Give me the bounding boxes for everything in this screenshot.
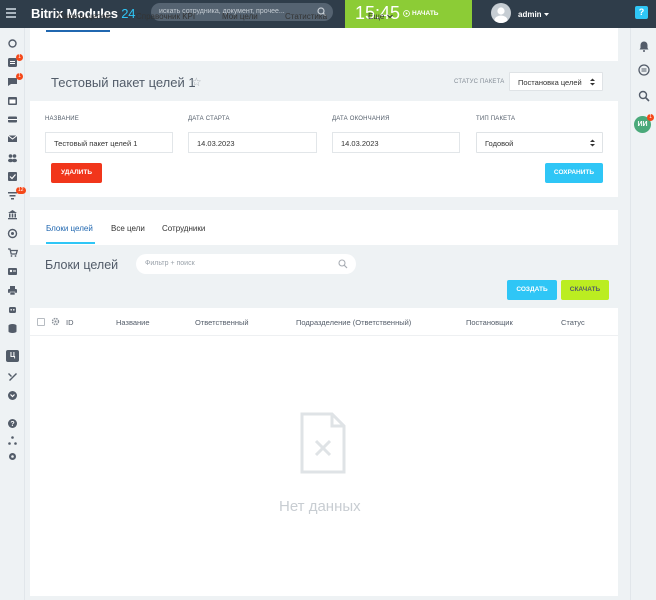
active-tab-indicator [46,30,110,32]
save-button[interactable]: СОХРАНИТЬ [545,163,603,183]
tab-goal-blocks[interactable]: Блоки целей [46,224,93,233]
right-sidebar: ИИ 1 [630,28,656,600]
status-select[interactable]: Постановка целей [509,72,603,91]
workday-clock[interactable]: 15:45 НАЧАТЬ [345,0,472,28]
start-date-label: ДАТА СТАРТА [188,116,230,122]
robot-icon[interactable] [7,304,18,315]
employees-icon[interactable] [7,152,18,163]
bell-icon[interactable] [638,40,650,52]
select-arrows-icon [590,78,595,86]
target-icon[interactable] [7,228,18,239]
svg-text:?: ? [10,421,14,428]
help-button[interactable]: ? [635,6,648,19]
left-sidebar: 1 1 12 Ц ? [0,28,26,600]
tab-statistics[interactable]: Статистика [285,12,327,21]
cart-icon[interactable] [7,247,18,258]
notification-badge: 1 [16,54,23,61]
create-button[interactable]: СОЗДАТЬ [507,280,557,300]
section-title: Блоки целей [45,258,119,272]
sitemap-icon[interactable] [7,435,18,446]
delete-button[interactable]: УДАЛИТЬ [51,163,102,183]
column-header-department[interactable]: Подразделение (Ответственный) [296,318,411,327]
column-header-name[interactable]: Название [116,318,150,327]
gear-icon[interactable] [51,317,60,326]
kpi-module-icon[interactable]: Ц [6,350,19,362]
play-icon [403,10,410,17]
drive-icon[interactable] [7,114,18,125]
puzzle-icon[interactable] [7,38,18,49]
tools-icon[interactable] [7,371,18,382]
tab-my-goals[interactable]: Мои цели [222,12,258,21]
main-tabs [30,28,618,61]
filter-placeholder: Фильтр + поиск [145,260,195,267]
page-title: Тестовый пакет целей 1 [51,75,196,90]
select-arrows-icon [590,139,595,147]
active-subtab-indicator [46,242,95,244]
user-avatar[interactable] [491,3,511,23]
column-header-author[interactable]: Постановщик [466,318,513,327]
status-label: СТАТУС ПАКЕТА [454,79,505,85]
tab-more[interactable]: Еще [368,12,393,21]
mail-icon[interactable] [7,133,18,144]
download-button[interactable]: СКАЧАТЬ [561,280,609,300]
database-icon[interactable] [7,323,18,334]
notification-badge: 12 [16,187,26,194]
search-icon[interactable] [638,90,650,102]
name-field[interactable]: Тестовый пакет целей 1 [45,132,173,153]
start-workday-button[interactable]: НАЧАТЬ [403,10,438,17]
filter-search-input[interactable]: Фильтр + поиск [136,254,356,274]
chevron-down-icon [386,14,393,19]
username[interactable]: admin [518,10,549,19]
start-date-field[interactable]: 14.03.2023 [188,132,317,153]
printer-icon[interactable] [7,285,18,296]
tab-all-goals[interactable]: Все цели [111,224,145,233]
empty-state-text: Нет данных [279,498,361,515]
menu-icon[interactable] [6,8,16,18]
tab-goal-packages[interactable]: Пакеты целей [58,12,110,21]
messenger-icon[interactable] [638,64,650,76]
name-label: НАЗВАНИЕ [45,116,79,122]
gear-icon[interactable] [7,451,18,462]
chevron-circle-icon[interactable] [7,390,18,401]
help-icon[interactable]: ? [7,418,18,429]
tab-kpi-reference[interactable]: Справочник KPI [136,12,195,21]
contact-badge: 1 [647,114,654,121]
bank-icon[interactable] [7,209,18,220]
empty-document-icon [300,412,346,474]
notification-badge: 1 [16,73,23,80]
package-type-select[interactable]: Годовой [476,132,603,153]
contact-card-icon[interactable] [7,266,18,277]
column-header-responsible[interactable]: Ответственный [195,318,249,327]
calendar-icon[interactable] [7,95,18,106]
chevron-down-icon [543,13,549,16]
search-icon[interactable] [338,259,348,269]
favorite-star-icon[interactable]: ☆ [191,75,202,89]
column-header-id[interactable]: ID [66,318,74,327]
package-type-label: ТИП ПАКЕТА [476,116,516,122]
column-header-status[interactable]: Статус [561,318,585,327]
tasks-icon[interactable] [7,171,18,182]
tab-employees[interactable]: Сотрудники [162,224,205,233]
select-all-checkbox[interactable] [37,318,45,326]
end-date-field[interactable]: 14.03.2023 [332,132,460,153]
end-date-label: ДАТА ОКОНЧАНИЯ [332,116,390,122]
